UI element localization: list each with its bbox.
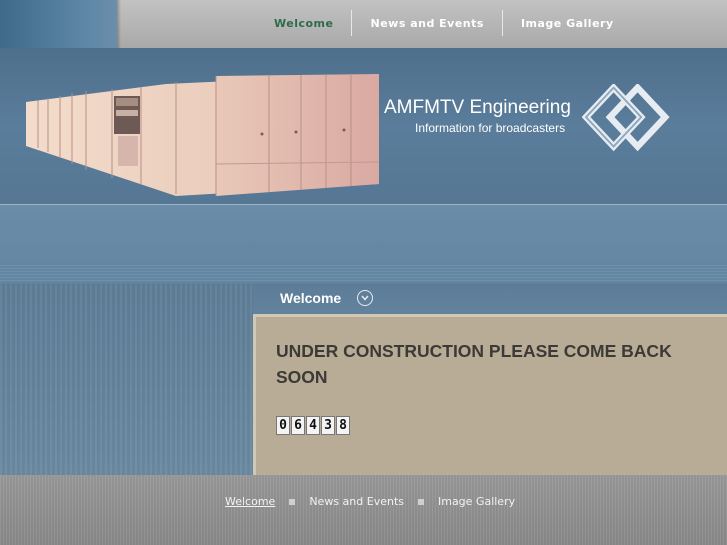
- counter-digit: 6: [291, 416, 305, 435]
- site-subtitle: Information for broadcasters: [415, 121, 566, 135]
- chevron-down-icon: [361, 295, 369, 301]
- construction-headline: UNDER CONSTRUCTION PLEASE COME BACK SOON: [276, 341, 672, 387]
- footer-nav-news-and-events[interactable]: News and Events: [309, 495, 404, 508]
- footer-nav-image-gallery[interactable]: Image Gallery: [438, 495, 515, 508]
- site-title: AMFMTV Engineering: [384, 97, 571, 118]
- footer-nav-welcome[interactable]: Welcome: [225, 495, 275, 508]
- footer-nav: Welcome News and Events Image Gallery: [225, 495, 515, 508]
- band-stripe: [0, 265, 727, 283]
- top-bar-accent: [0, 0, 121, 48]
- top-nav-news-and-events[interactable]: News and Events: [352, 17, 501, 30]
- left-sidebar-panel: [0, 284, 253, 475]
- section-title: Welcome: [280, 290, 342, 306]
- footer: [0, 475, 727, 545]
- top-nav-image-gallery[interactable]: Image Gallery: [503, 17, 632, 30]
- footer-bullet: [417, 498, 424, 505]
- counter-digit: 3: [321, 416, 335, 435]
- counter-digit: 4: [306, 416, 320, 435]
- diamond-logo-icon[interactable]: [582, 84, 674, 156]
- transmitter-equipment-image: [26, 74, 379, 196]
- top-bar: Welcome News and Events Image Gallery: [0, 0, 727, 48]
- top-nav-welcome[interactable]: Welcome: [256, 17, 351, 30]
- footer-bullet: [289, 498, 296, 505]
- counter-digit: 0: [276, 416, 290, 435]
- counter-digit: 8: [336, 416, 350, 435]
- visitor-counter: 0 6 4 3 8: [276, 416, 350, 435]
- section-toggle-button[interactable]: [357, 290, 373, 306]
- top-nav: Welcome News and Events Image Gallery: [256, 10, 632, 36]
